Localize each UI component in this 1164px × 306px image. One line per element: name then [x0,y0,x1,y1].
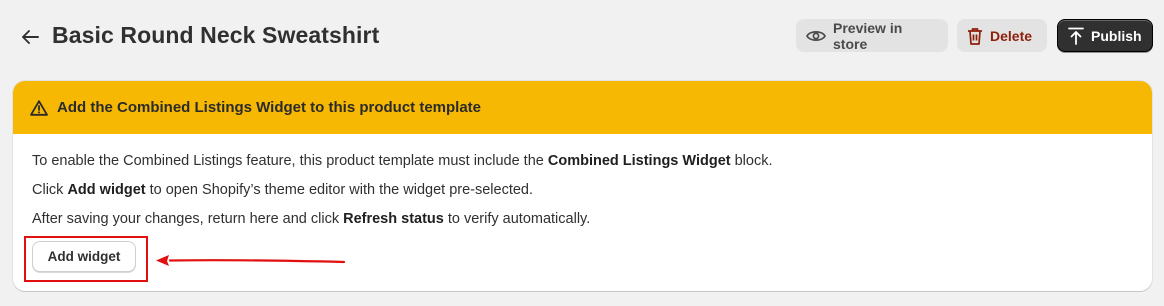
warning-banner: Add the Combined Listings Widget to this… [13,81,1152,291]
banner-line-2: Click Add widget to open Shopify’s theme… [32,180,1152,209]
line3-text: After saving your changes, return here a… [32,211,344,227]
line1-bold: Combined Listings Widget [547,153,731,169]
preview-in-store-button[interactable]: Preview in store [796,19,948,52]
line3-end: to verify automatically. [443,211,591,227]
line2-end: to open Shopify’s theme editor with the … [145,182,534,198]
banner-header: Add the Combined Listings Widget to this… [13,81,1152,134]
page-title: Basic Round Neck Sweatshirt [52,22,380,48]
eye-icon [806,29,826,43]
preview-label: Preview in store [833,19,903,52]
line1-text: To enable the Combined Listings feature,… [32,153,548,169]
arrow-left-icon [21,29,39,45]
warning-icon [30,99,48,116]
add-widget-button[interactable]: Add widget [32,241,136,272]
publish-button[interactable]: Publish [1057,19,1153,52]
banner-line-3: After saving your changes, return here a… [32,209,1152,238]
line2-text: Click [32,182,68,198]
line1-end: block. [730,153,773,169]
delete-button[interactable]: Delete [957,19,1047,52]
line2-bold: Add widget [67,182,146,198]
publish-label: Publish [1091,27,1142,44]
banner-line-1: To enable the Combined Listings feature,… [32,151,1152,180]
line3-bold: Refresh status [343,211,444,227]
trash-icon [967,27,983,45]
page-header: Basic Round Neck Sweatshirt Preview in s… [0,0,1164,72]
back-button[interactable] [16,23,44,51]
delete-label: Delete [990,27,1033,44]
banner-body: To enable the Combined Listings feature,… [13,134,1152,238]
banner-title: Add the Combined Listings Widget to this… [57,99,482,116]
upload-icon [1068,27,1084,45]
